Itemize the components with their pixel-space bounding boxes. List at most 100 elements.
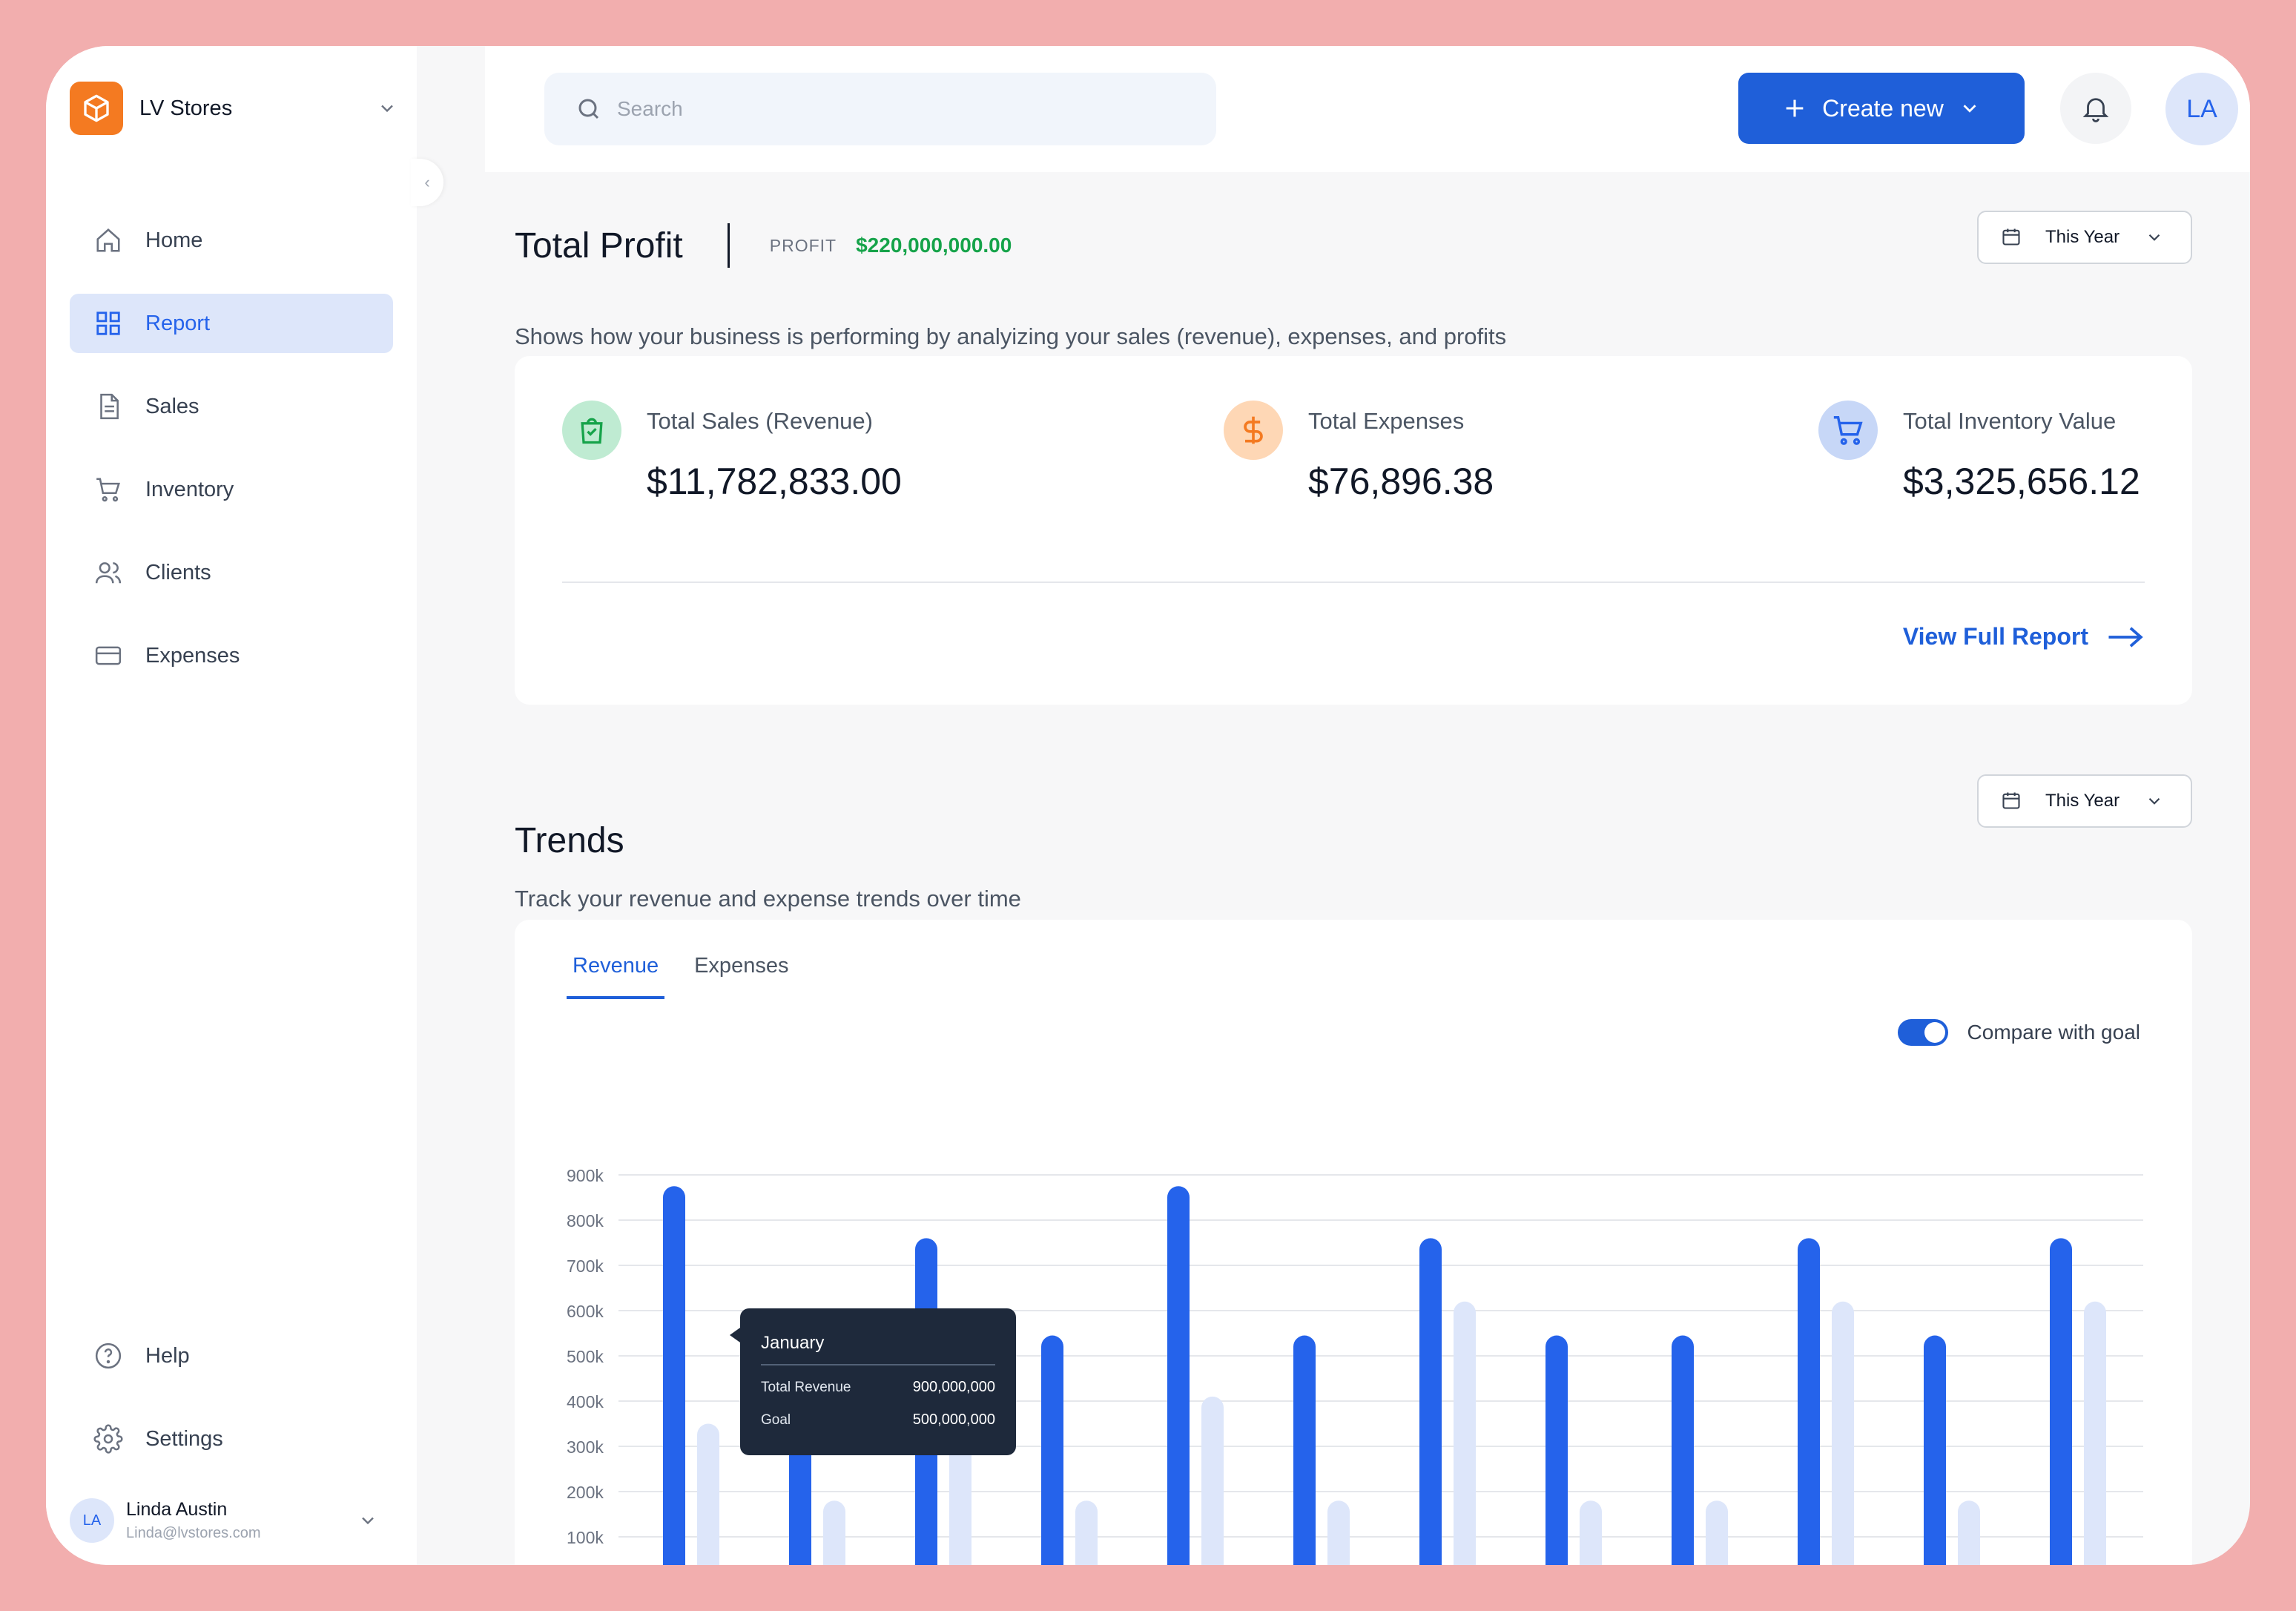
bell-icon	[2080, 93, 2111, 124]
profit-description: Shows how your business is performing by…	[515, 323, 1507, 349]
search-bar[interactable]	[544, 73, 1216, 145]
cart-icon	[1818, 401, 1878, 460]
goal-bar	[1958, 1500, 1980, 1565]
notifications-button[interactable]	[2060, 73, 2131, 144]
document-icon	[92, 390, 125, 423]
sidebar-item-label: Inventory	[145, 477, 234, 501]
trends-title: Trends	[515, 821, 624, 860]
create-new-button[interactable]: Create new	[1738, 73, 2025, 144]
profit-label: PROFIT	[769, 235, 837, 255]
stat-label: Total Expenses	[1308, 408, 1465, 434]
sidebar-nav: Home Report Sales Inventory Clients Expe…	[70, 211, 393, 709]
chevron-down-icon	[1959, 97, 1981, 119]
stat-value: $11,782,833.00	[647, 461, 902, 502]
profit-header: Total Profit PROFIT $220,000,000.00	[515, 214, 1012, 277]
chevron-down-icon	[2145, 228, 2164, 247]
stat-value: $3,325,656.12	[1903, 461, 2140, 502]
goal-bar	[1454, 1301, 1476, 1565]
view-full-report-link[interactable]: View Full Report	[1903, 623, 2145, 650]
box-icon	[70, 82, 123, 135]
sidebar-item-label: Report	[145, 311, 211, 335]
revenue-bar	[1672, 1335, 1694, 1565]
store-name: LV Stores	[139, 96, 233, 120]
chevron-down-icon[interactable]	[357, 1510, 378, 1531]
y-tick-label: 300k	[567, 1437, 604, 1457]
profit-value: $220,000,000.00	[856, 234, 1012, 257]
sidebar-item-label: Clients	[145, 560, 211, 584]
search-input[interactable]	[617, 97, 1136, 121]
period-label: This Year	[2045, 227, 2120, 247]
y-tick-label: 700k	[567, 1256, 604, 1276]
collapse-sidebar-handle[interactable]: ‹	[411, 159, 443, 206]
sidebar-bottom-nav: Help Settings	[70, 1326, 393, 1492]
sidebar-item-home[interactable]: Home	[70, 211, 393, 270]
period-label: This Year	[2045, 791, 2120, 811]
goal-bar	[1201, 1396, 1224, 1565]
sidebar-item-inventory[interactable]: Inventory	[70, 460, 393, 519]
chevron-left-icon: ‹	[424, 173, 430, 191]
sidebar-item-expenses[interactable]: Expenses	[70, 626, 393, 685]
revenue-bar	[1041, 1335, 1063, 1565]
dollar-icon	[1224, 401, 1283, 460]
revenue-bar	[1545, 1335, 1568, 1565]
revenue-bar	[1924, 1335, 1946, 1565]
stat-total-inventory: Total Inventory Value $3,325,656.12	[1818, 401, 2140, 503]
goal-bar	[1075, 1500, 1098, 1565]
arrow-right-icon	[2106, 624, 2145, 650]
user-name: Linda Austin	[126, 1499, 228, 1520]
stat-value: $76,896.38	[1308, 461, 1494, 502]
users-icon	[92, 556, 125, 589]
stats-card: Total Sales (Revenue) $11,782,833.00 Tot…	[515, 356, 2192, 705]
search-icon	[574, 94, 604, 124]
trends-period-select[interactable]: This Year	[1977, 774, 2192, 828]
goal-bar	[1832, 1301, 1854, 1565]
revenue-bar	[663, 1186, 685, 1565]
goal-bar	[1327, 1500, 1350, 1565]
y-tick-label: 500k	[567, 1347, 604, 1366]
user-menu[interactable]: LA Linda Austin Linda@lvstores.com	[70, 1489, 408, 1552]
sidebar-item-label: Sales	[145, 394, 199, 418]
trends-description: Track your revenue and expense trends ov…	[515, 886, 1021, 912]
revenue-bar	[1419, 1238, 1442, 1565]
create-new-label: Create new	[1822, 94, 1944, 122]
revenue-bar	[1167, 1186, 1190, 1565]
revenue-bar	[1798, 1238, 1820, 1565]
sidebar-item-sales[interactable]: Sales	[70, 377, 393, 436]
goal-bar	[697, 1423, 719, 1565]
plus-icon	[1782, 96, 1807, 121]
tooltip-row-label: Goal	[761, 1412, 791, 1428]
grid-icon	[92, 307, 125, 340]
trends-chart-card: Revenue Expenses Compare with goal 900k 8…	[515, 920, 2192, 1565]
y-tick-label: 400k	[567, 1392, 604, 1411]
revenue-bar-chart: 900k 800k 700k 600k 500k 400k 300k 200k 100k Janu…	[567, 1166, 2143, 1565]
gear-icon	[92, 1423, 125, 1455]
goal-bar	[1580, 1500, 1602, 1565]
view-full-report-label: View Full Report	[1902, 623, 2088, 650]
goal-bar	[823, 1500, 845, 1565]
avatar[interactable]: LA	[2165, 73, 2238, 145]
chevron-down-icon[interactable]	[372, 93, 402, 123]
avatar: LA	[70, 1498, 114, 1543]
calendar-icon	[2001, 226, 2023, 248]
revenue-bar	[1293, 1335, 1316, 1565]
stat-label: Total Inventory Value	[1903, 408, 2117, 434]
sidebar-item-label: Help	[145, 1343, 190, 1368]
profit-period-select[interactable]: This Year	[1977, 211, 2192, 264]
user-email: Linda@lvstores.com	[126, 1525, 261, 1541]
title-divider	[727, 223, 730, 268]
y-tick-label: 200k	[567, 1483, 604, 1502]
sidebar-item-settings[interactable]: Settings	[70, 1409, 393, 1469]
sidebar-item-report[interactable]: Report	[70, 294, 393, 353]
top-bar: Create new LA	[485, 46, 2250, 172]
tooltip-row-label: Total Revenue	[761, 1380, 851, 1395]
goal-bar	[2084, 1301, 2106, 1565]
sidebar-item-clients[interactable]: Clients	[70, 543, 393, 602]
chevron-down-icon	[2145, 791, 2164, 811]
sidebar: LV Stores Home Report Sales Inventory Cl…	[46, 46, 417, 1565]
shopping-bag-icon	[562, 401, 621, 460]
card-icon	[92, 639, 125, 672]
sidebar-item-help[interactable]: Help	[70, 1326, 393, 1386]
stat-label: Total Sales (Revenue)	[647, 408, 873, 434]
store-switcher[interactable]: LV Stores	[70, 82, 408, 135]
sidebar-item-label: Expenses	[145, 643, 240, 668]
